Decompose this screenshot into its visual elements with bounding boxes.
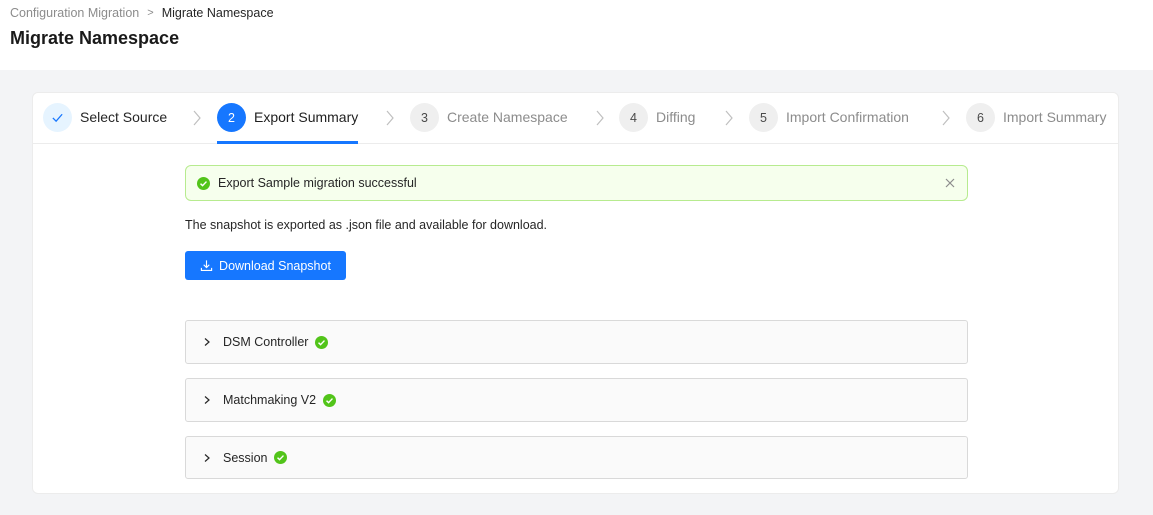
check-circle-icon [197, 176, 210, 190]
download-snapshot-button[interactable]: Download Snapshot [185, 251, 346, 280]
collapse-panel-dsm-controller[interactable]: DSM Controller [185, 320, 968, 364]
step-number: 3 [410, 103, 439, 132]
chevron-right-icon [725, 110, 733, 126]
panel-title: Matchmaking V2 [223, 393, 317, 407]
alert-message: Export Sample migration successful [218, 176, 417, 190]
check-circle-icon [315, 335, 329, 349]
breadcrumb: Configuration Migration > Migrate Namesp… [10, 6, 274, 20]
step-label: Diffing [656, 109, 696, 125]
chevron-right-icon [193, 110, 201, 126]
breadcrumb-link-configuration-migration[interactable]: Configuration Migration [10, 6, 139, 20]
step-create-namespace[interactable]: 3 Create Namespace [410, 103, 568, 144]
chevron-right-icon [386, 110, 394, 126]
step-import-summary[interactable]: 6 Import Summary [966, 103, 1106, 144]
steps-bar: Select Source 2 Export Summary 3 Create … [33, 93, 1118, 144]
active-step-indicator [217, 141, 359, 144]
page-title: Migrate Namespace [10, 28, 180, 48]
step-import-confirmation[interactable]: 5 Import Confirmation [749, 103, 909, 144]
check-circle-icon [323, 393, 337, 407]
step-number: 2 [217, 103, 246, 132]
step-label: Export Summary [254, 109, 359, 125]
collapse-panel-matchmaking-v2[interactable]: Matchmaking V2 [185, 378, 968, 422]
step-label: Create Namespace [447, 109, 568, 125]
step-label: Import Summary [1003, 109, 1107, 125]
check-circle-icon [274, 451, 288, 464]
chevron-right-icon [942, 110, 950, 126]
panel-title: Session [223, 450, 268, 465]
close-icon[interactable] [943, 176, 957, 190]
download-icon [200, 260, 213, 271]
chevron-right-icon [204, 396, 210, 404]
step-diffing[interactable]: 4 Diffing [619, 103, 695, 144]
export-description: The snapshot is exported as .json file a… [185, 218, 548, 232]
breadcrumb-current: Migrate Namespace [161, 6, 274, 20]
step-label: Select Source [80, 109, 168, 125]
success-alert: Export Sample migration successful [185, 165, 968, 201]
collapse-panel-session[interactable]: Session [185, 436, 968, 479]
step-select-source[interactable]: Select Source [43, 103, 167, 144]
panel-title: DSM Controller [223, 335, 309, 349]
chevron-right-icon [204, 453, 210, 462]
check-icon [43, 103, 72, 132]
step-number: 4 [619, 103, 648, 132]
chevron-right-icon [596, 110, 604, 126]
page-header: Configuration Migration > Migrate Namesp… [0, 0, 1153, 70]
breadcrumb-separator: > [147, 7, 154, 19]
step-number: 6 [966, 103, 995, 132]
step-export-summary[interactable]: 2 Export Summary [217, 103, 359, 144]
download-button-label: Download Snapshot [219, 258, 331, 273]
step-label: Import Confirmation [786, 109, 909, 125]
migration-card: Select Source 2 Export Summary 3 Create … [32, 92, 1119, 494]
chevron-right-icon [204, 338, 210, 346]
step-number: 5 [749, 103, 778, 132]
